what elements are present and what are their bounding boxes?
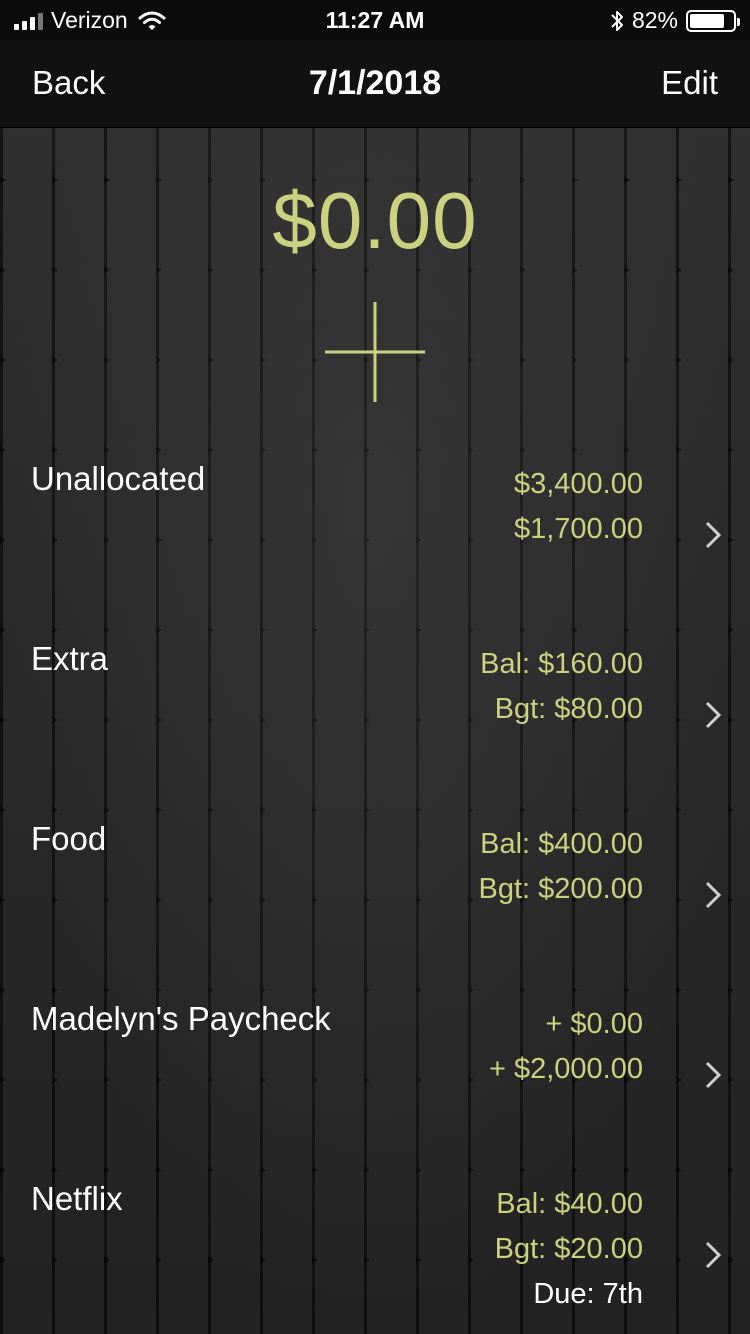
row-line-1: Bal: $160.00	[480, 648, 643, 680]
envelope-row-extra[interactable]: Extra Bal: $160.00 Bgt: $80.00	[0, 640, 750, 790]
row-line-2: + $2,000.00	[488, 1053, 643, 1085]
battery-level	[690, 13, 725, 28]
row-line-1: + $0.00	[545, 1008, 643, 1040]
bluetooth-icon	[611, 10, 623, 31]
edit-button[interactable]: Edit	[661, 64, 718, 102]
row-line-2: Bgt: $80.00	[494, 693, 643, 725]
battery-icon	[686, 9, 740, 32]
chevron-right-icon	[705, 701, 722, 729]
row-values: + $0.00 + $2,000.00	[489, 1002, 643, 1092]
row-name: Unallocated	[31, 460, 206, 497]
row-values: Bal: $160.00 Bgt: $80.00	[480, 642, 643, 732]
envelope-row-food[interactable]: Food Bal: $400.00 Bgt: $200.00	[0, 820, 750, 970]
row-values: $3,400.00 $1,700.00	[514, 462, 643, 552]
chevron-right-icon	[705, 881, 722, 909]
status-right: 82%	[610, 7, 740, 34]
envelope-row-netflix[interactable]: Netflix Bal: $40.00 Bgt: $20.00 Due: 7th	[0, 1180, 750, 1330]
total-amount: $0.00	[272, 176, 478, 265]
row-values: Bal: $40.00 Bgt: $20.00 Due: 7th	[495, 1182, 643, 1317]
chevron-right-icon	[705, 1061, 722, 1089]
battery-percent: 82%	[631, 7, 678, 33]
row-line-2: Bgt: $200.00	[478, 873, 643, 905]
due-date-label: Due: 7th	[533, 1278, 643, 1310]
page-title: 7/1/2018	[308, 64, 442, 102]
row-line-1: $3,400.00	[513, 468, 643, 500]
navigation-bar: Back 7/1/2018 Edit	[0, 40, 750, 128]
row-name: Netflix	[31, 1180, 123, 1217]
plus-icon[interactable]	[325, 302, 425, 402]
row-line-2: Bgt: $20.00	[494, 1233, 643, 1265]
row-name: Food	[31, 820, 107, 857]
row-name: Madelyn's Paycheck	[31, 1000, 331, 1037]
envelope-row-madelyns-paycheck[interactable]: Madelyn's Paycheck + $0.00 + $2,000.00	[0, 1000, 750, 1150]
row-name: Extra	[31, 640, 109, 677]
row-values: Bal: $400.00 Bgt: $200.00	[479, 822, 643, 912]
chevron-right-icon	[705, 1241, 722, 1269]
row-line-1: Bal: $40.00	[496, 1188, 643, 1220]
row-line-1: Bal: $400.00	[480, 828, 643, 860]
status-bar: Verizon 11:27 AM 82%	[0, 0, 750, 40]
chevron-right-icon	[705, 521, 722, 549]
envelope-row-unallocated[interactable]: Unallocated $3,400.00 $1,700.00	[0, 460, 750, 610]
row-line-2: $1,700.00	[513, 513, 643, 545]
